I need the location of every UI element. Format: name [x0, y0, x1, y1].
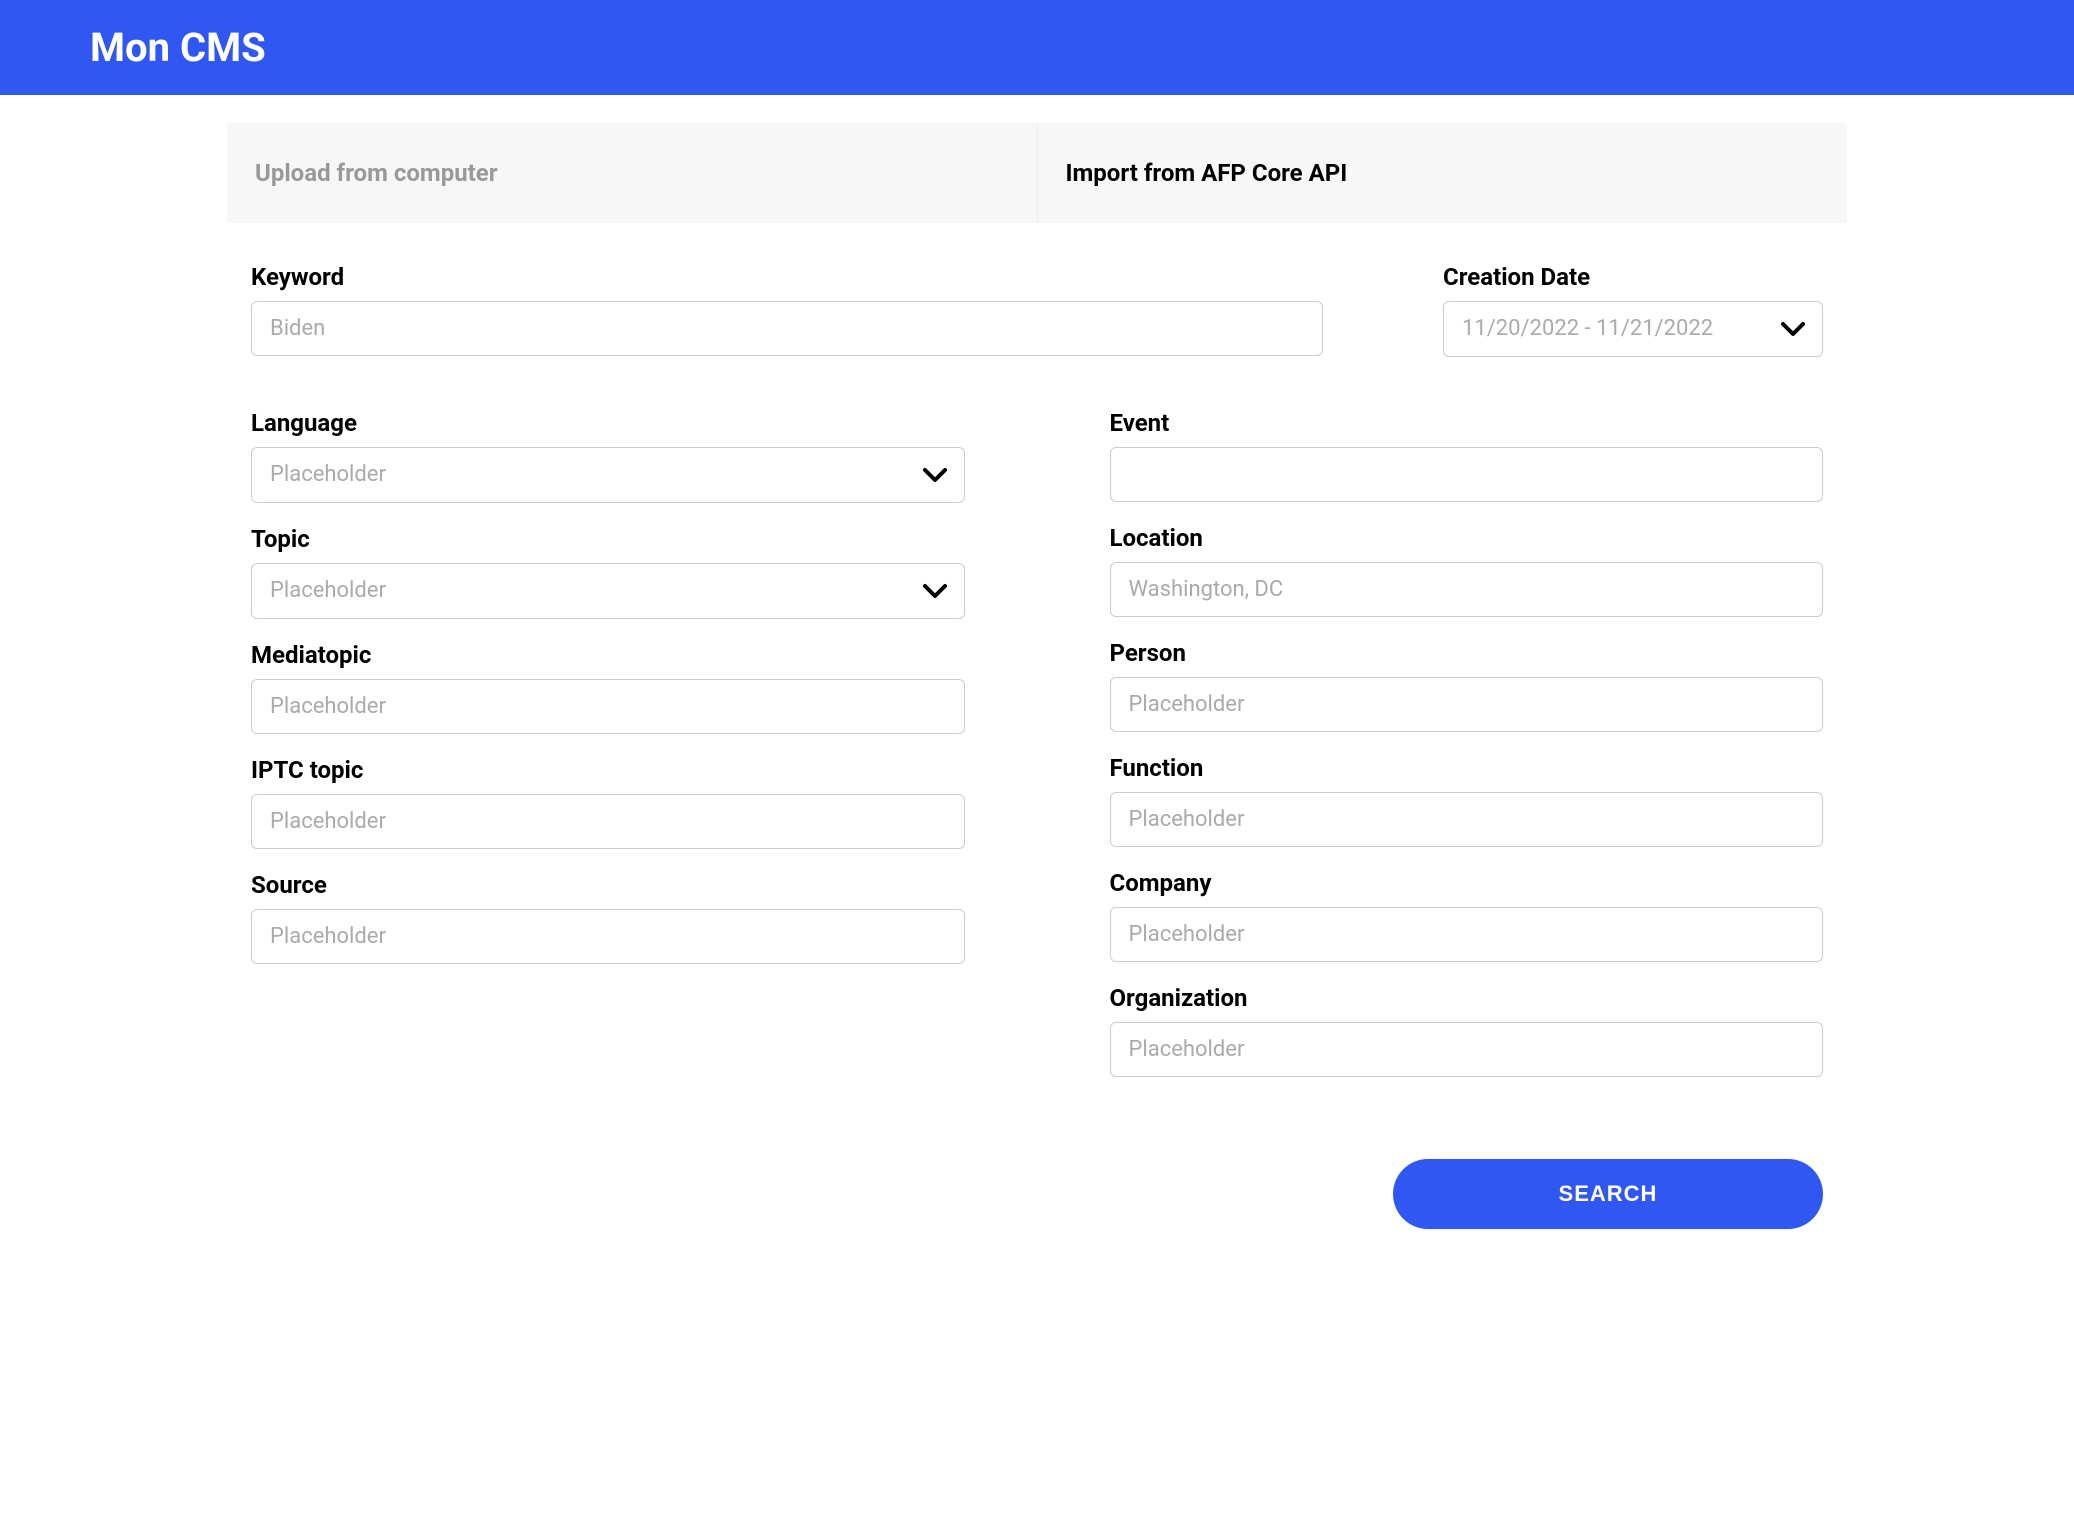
keyword-label: Keyword	[251, 263, 1323, 291]
topic-select[interactable]: Placeholder	[251, 563, 965, 619]
source-label: Source	[251, 871, 965, 899]
topic-label: Topic	[251, 525, 965, 553]
company-label: Company	[1110, 869, 1824, 897]
person-label: Person	[1110, 639, 1824, 667]
tab-upload[interactable]: Upload from computer	[227, 123, 1037, 223]
location-input[interactable]	[1110, 562, 1824, 617]
iptc-topic-label: IPTC topic	[251, 756, 965, 784]
event-input[interactable]	[1110, 447, 1824, 502]
app-header: Mon CMS	[0, 0, 2074, 95]
location-label: Location	[1110, 524, 1824, 552]
company-input[interactable]	[1110, 907, 1824, 962]
source-input[interactable]	[251, 909, 965, 964]
language-select[interactable]: Placeholder	[251, 447, 965, 503]
function-input[interactable]	[1110, 792, 1824, 847]
person-input[interactable]	[1110, 677, 1824, 732]
tabs: Upload from computer Import from AFP Cor…	[227, 123, 1847, 223]
iptc-topic-input[interactable]	[251, 794, 965, 849]
language-label: Language	[251, 409, 965, 437]
keyword-input[interactable]	[251, 301, 1323, 356]
function-label: Function	[1110, 754, 1824, 782]
creation-date-label: Creation Date	[1443, 263, 1823, 291]
app-title: Mon CMS	[90, 24, 1984, 71]
search-button[interactable]: Search	[1393, 1159, 1823, 1229]
mediatopic-label: Mediatopic	[251, 641, 965, 669]
mediatopic-input[interactable]	[251, 679, 965, 734]
tab-import-afp[interactable]: Import from AFP Core API	[1037, 123, 1848, 223]
organization-label: Organization	[1110, 984, 1824, 1012]
event-label: Event	[1110, 409, 1824, 437]
organization-input[interactable]	[1110, 1022, 1824, 1077]
creation-date-picker[interactable]: 11/20/2022 - 11/21/2022	[1443, 301, 1823, 357]
